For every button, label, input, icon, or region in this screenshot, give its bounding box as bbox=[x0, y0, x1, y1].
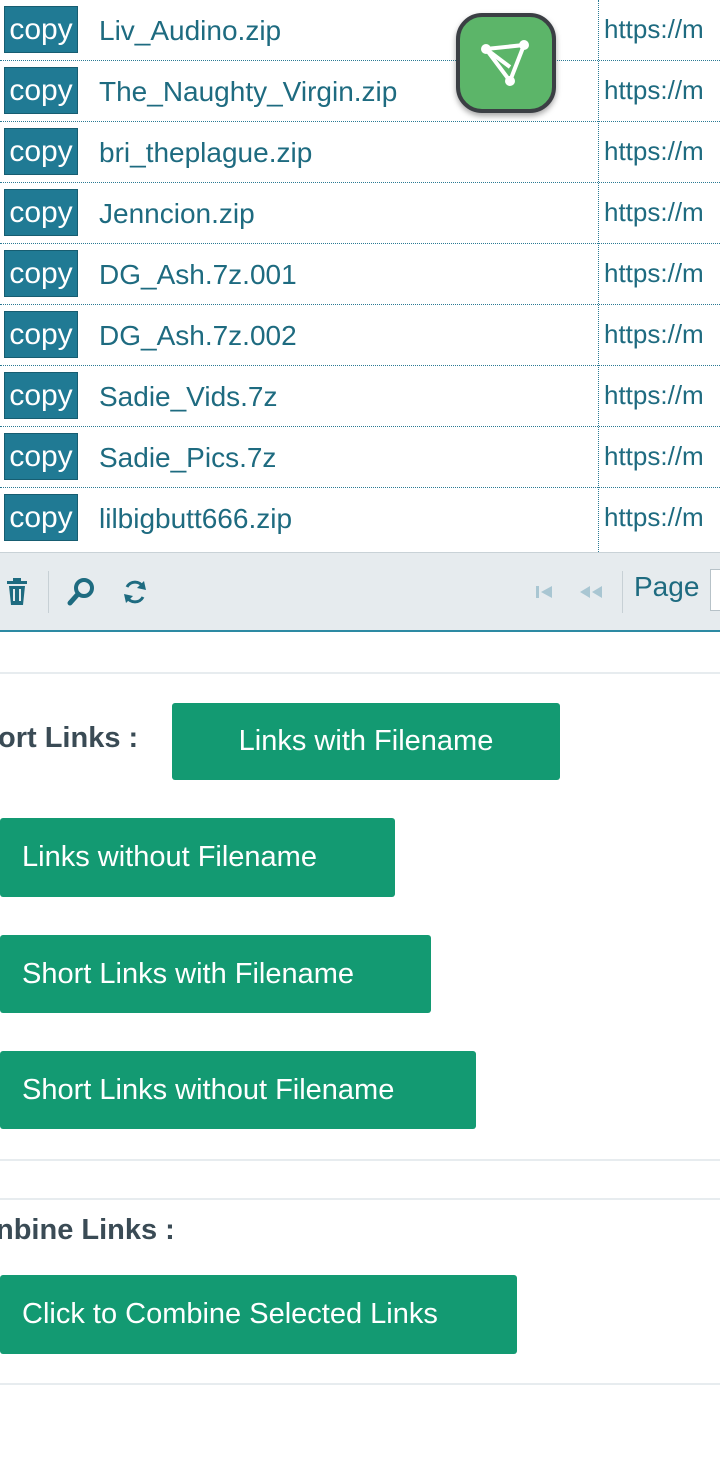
table-row[interactable]: copy Sadie_Vids.7z https://m bbox=[0, 366, 720, 427]
copy-button[interactable]: copy bbox=[4, 433, 78, 480]
copy-button[interactable]: copy bbox=[4, 128, 78, 175]
file-url[interactable]: https://m bbox=[604, 183, 704, 244]
column-divider bbox=[598, 0, 599, 552]
divider bbox=[0, 672, 720, 674]
combine-selected-links-button[interactable]: Click to Combine Selected Links bbox=[0, 1275, 517, 1354]
search-icon[interactable] bbox=[64, 575, 98, 609]
refresh-icon[interactable] bbox=[118, 575, 152, 609]
links-with-filename-button[interactable]: Links with Filename bbox=[172, 703, 560, 780]
file-name[interactable]: Liv_Audino.zip bbox=[99, 0, 281, 61]
file-name[interactable]: lilbigbutt666.zip bbox=[99, 488, 292, 549]
trash-icon[interactable] bbox=[0, 575, 34, 609]
divider bbox=[0, 1198, 720, 1200]
toolbar-separator bbox=[48, 571, 49, 613]
file-url[interactable]: https://m bbox=[604, 427, 704, 488]
file-name[interactable]: Sadie_Pics.7z bbox=[99, 427, 276, 488]
file-url[interactable]: https://m bbox=[604, 305, 704, 366]
file-url[interactable]: https://m bbox=[604, 122, 704, 183]
short-links-with-filename-button[interactable]: Short Links with Filename bbox=[0, 935, 431, 1013]
copy-button[interactable]: copy bbox=[4, 6, 78, 53]
grid-pager-toolbar: Page bbox=[0, 552, 720, 632]
file-url[interactable]: https://m bbox=[604, 0, 704, 61]
toolbar-separator bbox=[622, 571, 623, 613]
copy-button[interactable]: copy bbox=[4, 189, 78, 236]
divider bbox=[0, 1383, 720, 1385]
prev-page-icon[interactable] bbox=[574, 575, 608, 609]
short-links-label: ort Links : bbox=[0, 722, 139, 754]
links-without-filename-button[interactable]: Links without Filename bbox=[0, 818, 395, 897]
table-row[interactable]: copy Sadie_Pics.7z https://m bbox=[0, 427, 720, 488]
table-row[interactable]: copy DG_Ash.7z.001 https://m bbox=[0, 244, 720, 305]
file-url[interactable]: https://m bbox=[604, 366, 704, 427]
floating-share-button[interactable] bbox=[456, 13, 556, 113]
file-url[interactable]: https://m bbox=[604, 61, 704, 122]
file-name[interactable]: The_Naughty_Virgin.zip bbox=[99, 61, 397, 122]
page-label: Page bbox=[634, 571, 700, 602]
file-name[interactable]: Sadie_Vids.7z bbox=[99, 366, 278, 427]
share-triangle-icon bbox=[481, 40, 529, 86]
file-name[interactable]: DG_Ash.7z.002 bbox=[99, 305, 297, 366]
table-row[interactable]: copy DG_Ash.7z.002 https://m bbox=[0, 305, 720, 366]
table-row[interactable]: copy bri_theplague.zip https://m bbox=[0, 122, 720, 183]
file-url[interactable]: https://m bbox=[604, 244, 704, 305]
copy-button[interactable]: copy bbox=[4, 67, 78, 114]
table-row[interactable]: copy lilbigbutt666.zip https://m bbox=[0, 488, 720, 552]
file-links-grid: copy Liv_Audino.zip https://m copy The_N… bbox=[0, 0, 720, 552]
table-row[interactable]: copy Jenncion.zip https://m bbox=[0, 183, 720, 244]
combine-links-label: nbine Links : bbox=[0, 1214, 175, 1246]
short-links-without-filename-button[interactable]: Short Links without Filename bbox=[0, 1051, 476, 1129]
file-name[interactable]: DG_Ash.7z.001 bbox=[99, 244, 297, 305]
page-number-input[interactable] bbox=[710, 569, 720, 611]
table-row[interactable]: copy The_Naughty_Virgin.zip https://m bbox=[0, 61, 720, 122]
copy-button[interactable]: copy bbox=[4, 311, 78, 358]
copy-button[interactable]: copy bbox=[4, 250, 78, 297]
file-url[interactable]: https://m bbox=[604, 488, 704, 549]
table-row[interactable]: copy Liv_Audino.zip https://m bbox=[0, 0, 720, 61]
first-page-icon[interactable] bbox=[528, 575, 562, 609]
divider bbox=[0, 1159, 720, 1161]
copy-button[interactable]: copy bbox=[4, 494, 78, 541]
file-name[interactable]: Jenncion.zip bbox=[99, 183, 255, 244]
file-name[interactable]: bri_theplague.zip bbox=[99, 122, 312, 183]
copy-button[interactable]: copy bbox=[4, 372, 78, 419]
